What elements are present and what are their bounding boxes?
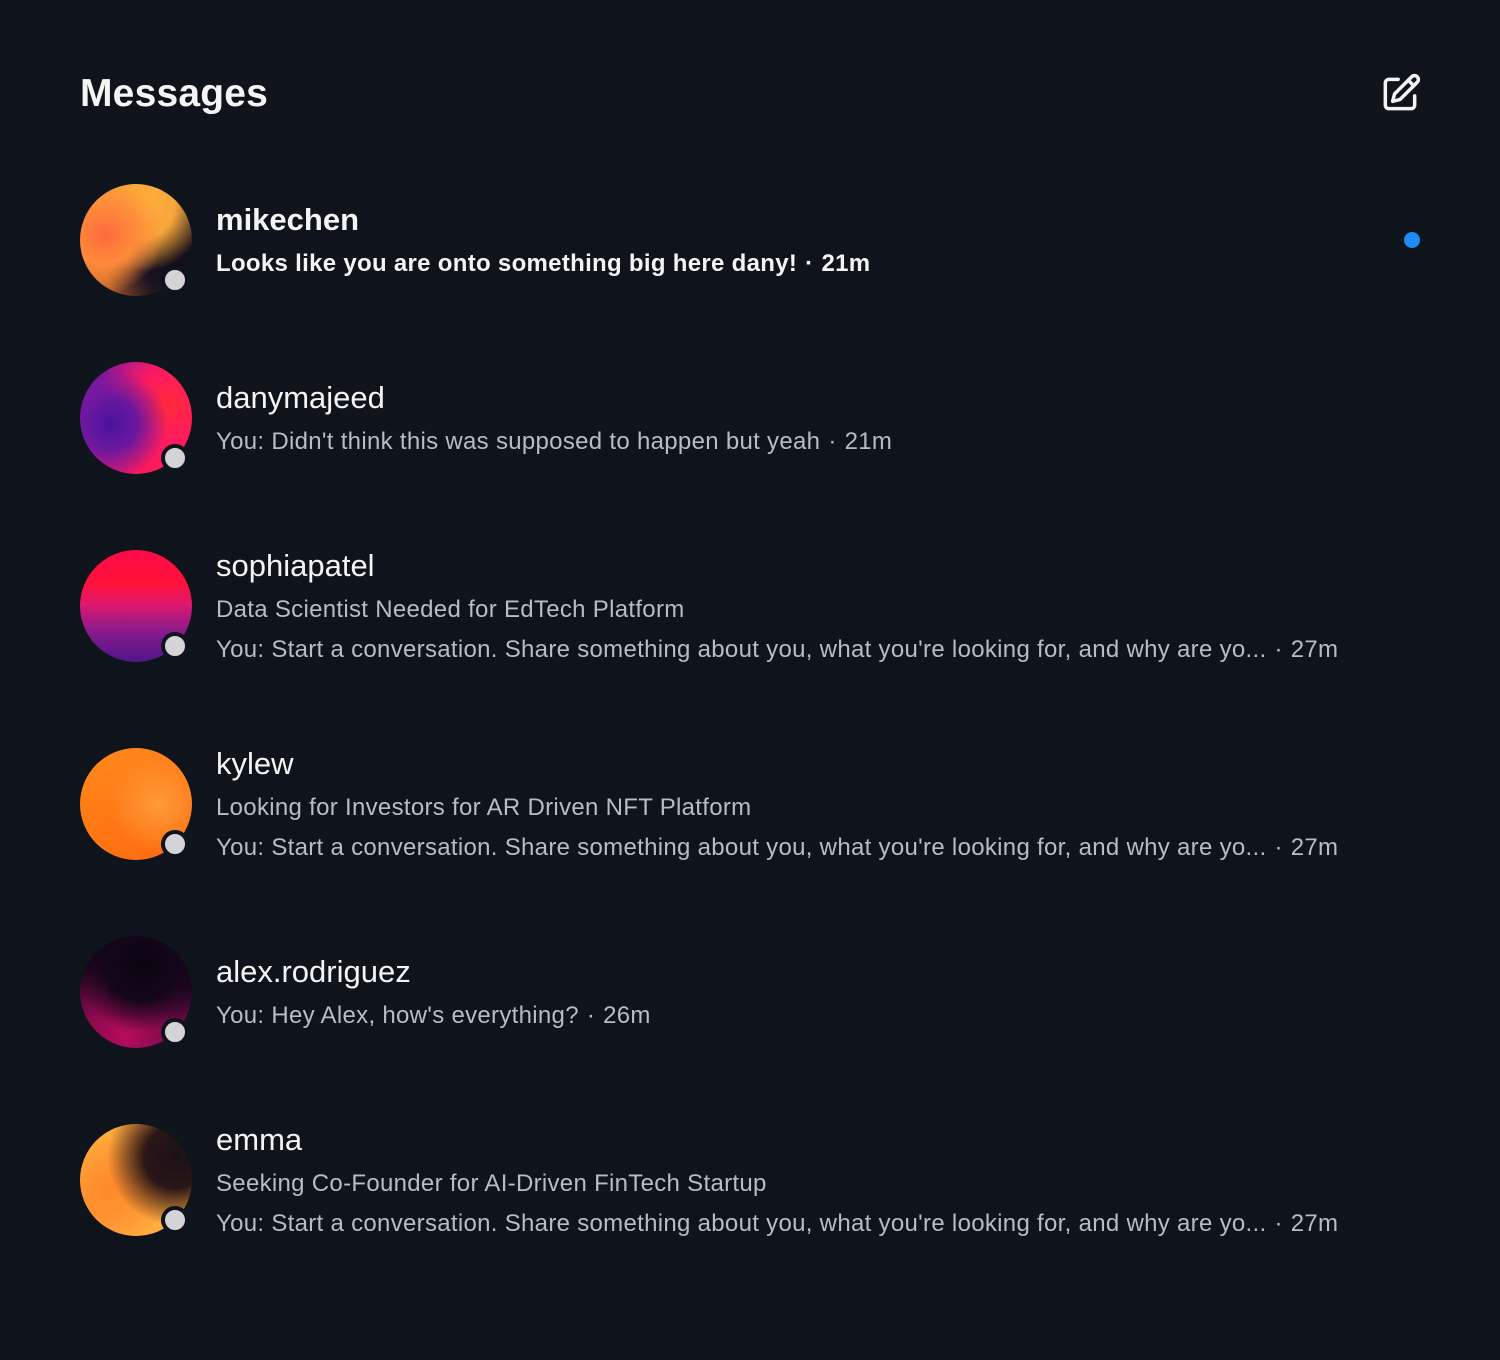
conversation-time: 27m [1290, 834, 1339, 861]
conversation-subject: Seeking Co-Founder for AI-Driven FinTech… [216, 1170, 767, 1197]
avatar-wrapper [80, 550, 192, 662]
conversation-preview-line: You: Hey Alex, how's everything? · 26m [216, 1001, 651, 1031]
separator: · [828, 428, 837, 455]
conversation-info: kylew Looking for Investors for AR Drive… [216, 745, 1338, 863]
presence-dot [161, 1206, 189, 1234]
conversation-time: 26m [603, 1002, 651, 1029]
presence-dot [161, 266, 189, 294]
compose-button[interactable] [1376, 70, 1424, 118]
conversation-row-mikechen[interactable]: mikechen Looks like you are onto somethi… [80, 184, 1420, 296]
avatar-wrapper [80, 184, 192, 296]
conversation-preview-line: You: Start a conversation. Share somethi… [216, 635, 1338, 665]
conversation-row-sophiapatel[interactable]: sophiapatel Data Scientist Needed for Ed… [80, 547, 1420, 665]
conversation-preview: Looks like you are onto something big he… [216, 250, 798, 277]
presence-dot [161, 830, 189, 858]
avatar-wrapper [80, 1124, 192, 1236]
conversation-preview-line: You: Didn't think this was supposed to h… [216, 427, 892, 457]
conversation-username: danymajeed [216, 380, 385, 415]
separator: · [805, 250, 814, 277]
conversation-subject: Data Scientist Needed for EdTech Platfor… [216, 596, 685, 623]
conversation-time: 27m [1290, 636, 1339, 663]
conversation-info: sophiapatel Data Scientist Needed for Ed… [216, 547, 1338, 665]
conversation-info: mikechen Looks like you are onto somethi… [216, 201, 870, 279]
conversation-preview-line: Looks like you are onto something big he… [216, 249, 870, 279]
conversation-row-danymajeed[interactable]: danymajeed You: Didn't think this was su… [80, 362, 1420, 474]
conversation-preview: You: Start a conversation. Share somethi… [216, 834, 1267, 861]
avatar-wrapper [80, 936, 192, 1048]
conversation-row-alex-rodriguez[interactable]: alex.rodriguez You: Hey Alex, how's ever… [80, 936, 1420, 1048]
separator: · [1274, 1210, 1283, 1237]
compose-edit-icon [1383, 73, 1421, 111]
conversation-username: emma [216, 1122, 303, 1157]
presence-dot [161, 1018, 189, 1046]
conversation-preview: You: Start a conversation. Share somethi… [216, 636, 1267, 663]
header: Messages [80, 62, 1421, 126]
presence-dot [161, 444, 189, 472]
conversation-time: 21m [821, 250, 871, 277]
conversation-username: sophiapatel [216, 548, 375, 583]
conversation-row-kylew[interactable]: kylew Looking for Investors for AR Drive… [80, 745, 1420, 863]
separator: · [1274, 834, 1283, 861]
conversation-info: emma Seeking Co-Founder for AI-Driven Fi… [216, 1121, 1338, 1239]
conversation-username: mikechen [216, 202, 360, 237]
presence-dot [161, 632, 189, 660]
conversation-username: kylew [216, 746, 294, 781]
avatar-wrapper [80, 362, 192, 474]
conversation-preview-line: You: Start a conversation. Share somethi… [216, 833, 1338, 863]
conversation-username: alex.rodriguez [216, 954, 411, 989]
conversation-subject: Looking for Investors for AR Driven NFT … [216, 794, 752, 821]
conversation-preview: You: Start a conversation. Share somethi… [216, 1210, 1267, 1237]
messages-page: Messages mikechen Looks like you are ont… [0, 0, 1500, 1360]
conversation-preview-line: You: Start a conversation. Share somethi… [216, 1209, 1338, 1239]
conversation-row-emma[interactable]: emma Seeking Co-Founder for AI-Driven Fi… [80, 1121, 1420, 1239]
conversation-preview: You: Hey Alex, how's everything? [216, 1002, 579, 1029]
separator: · [1274, 636, 1283, 663]
page-title: Messages [80, 72, 269, 115]
avatar-wrapper [80, 748, 192, 860]
conversation-info: alex.rodriguez You: Hey Alex, how's ever… [216, 953, 651, 1031]
conversation-info: danymajeed You: Didn't think this was su… [216, 379, 892, 457]
conversation-time: 27m [1290, 1210, 1339, 1237]
unread-indicator [1404, 232, 1420, 248]
conversation-preview: You: Didn't think this was supposed to h… [216, 428, 821, 455]
separator: · [586, 1002, 596, 1029]
conversation-time: 21m [844, 428, 893, 455]
